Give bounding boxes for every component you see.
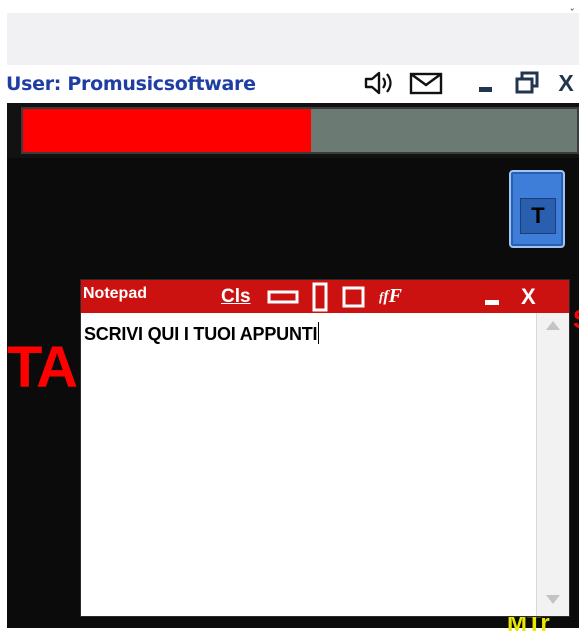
t-button-label: T bbox=[520, 198, 556, 234]
notepad-scrollbar[interactable] bbox=[536, 313, 569, 616]
close-button[interactable]: X bbox=[553, 68, 579, 98]
notepad-window: Notepad Cls ffF X SCRIVI QUI I TUOI APPU… bbox=[80, 279, 570, 617]
t-button[interactable]: T bbox=[509, 170, 565, 248]
user-label: User: Promusicsoftware bbox=[6, 73, 256, 95]
square-layout-icon[interactable] bbox=[341, 280, 367, 313]
notepad-close-button[interactable]: X bbox=[521, 280, 536, 313]
notepad-minimize-icon[interactable] bbox=[483, 280, 501, 313]
notepad-titlebar[interactable]: Notepad Cls ffF X bbox=[81, 280, 569, 313]
notepad-content: SCRIVI QUI I TUOI APPUNTI bbox=[84, 324, 318, 344]
progress-bar bbox=[21, 107, 579, 154]
user-bar: User: Promusicsoftware X bbox=[0, 65, 579, 103]
progress-strip bbox=[7, 103, 579, 158]
scroll-down-icon[interactable] bbox=[546, 595, 560, 604]
wide-layout-icon[interactable] bbox=[267, 280, 299, 313]
clear-button[interactable]: Cls bbox=[221, 280, 251, 313]
restore-icon[interactable] bbox=[512, 68, 542, 98]
tall-layout-icon[interactable] bbox=[309, 280, 331, 313]
minimize-icon[interactable] bbox=[474, 68, 496, 98]
font-size-button[interactable]: ffF bbox=[379, 280, 402, 313]
scroll-up-icon[interactable] bbox=[546, 321, 560, 330]
main-area: T TA S MTr Notepad Cls ffF X bbox=[7, 158, 579, 637]
progress-fill bbox=[23, 109, 312, 152]
notepad-textarea[interactable]: SCRIVI QUI I TUOI APPUNTI bbox=[81, 313, 535, 616]
scroll-indicator-icon: ˇ bbox=[569, 7, 576, 20]
notepad-title: Notepad bbox=[83, 285, 147, 302]
mail-icon[interactable] bbox=[407, 68, 445, 98]
background-red-text: TA bbox=[7, 335, 78, 400]
background-red-glyph: S bbox=[573, 304, 579, 335]
top-bar: ˇ bbox=[7, 7, 579, 65]
speaker-icon[interactable] bbox=[361, 68, 397, 98]
text-caret bbox=[318, 322, 320, 344]
